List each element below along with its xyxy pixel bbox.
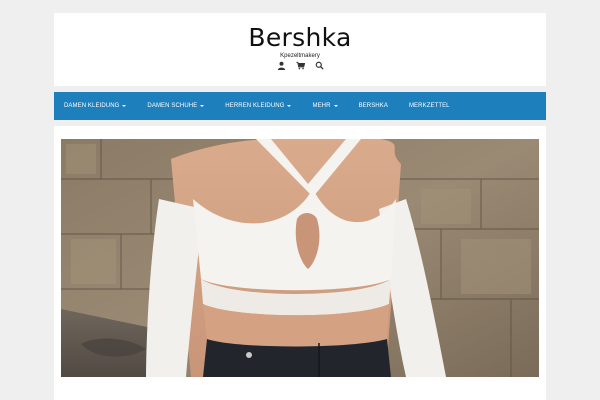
search-icon[interactable] xyxy=(315,61,324,70)
site-tagline: Kpezeltmakery xyxy=(280,53,320,59)
header-icon-bar xyxy=(54,61,546,70)
user-icon[interactable] xyxy=(277,61,286,70)
nav-item-mehr[interactable]: Mehr xyxy=(312,103,338,109)
site-header: Bershka Kpezeltmakery xyxy=(54,13,546,86)
content-panel xyxy=(54,126,546,400)
nav-item-merkzettel[interactable]: Merkzettel xyxy=(409,103,450,109)
chevron-down-icon xyxy=(287,105,292,107)
nav-item-label: Mehr xyxy=(312,103,331,109)
chevron-down-icon xyxy=(122,105,127,107)
main-navigation: Damen Kleidung Damen Schuhe Herren Kleid… xyxy=(54,92,546,120)
site-logo[interactable]: Bershka xyxy=(54,23,546,52)
nav-item-bershka[interactable]: Bershka xyxy=(359,103,388,109)
nav-item-herren-kleidung[interactable]: Herren Kleidung xyxy=(225,103,292,109)
nav-item-label: Bershka xyxy=(358,103,388,109)
nav-item-label: Herren Kleidung xyxy=(225,103,285,109)
nav-item-label: Merkzettel xyxy=(408,103,450,109)
product-photo xyxy=(61,139,539,377)
nav-item-label: Damen Schuhe xyxy=(147,103,198,109)
nav-item-damen-kleidung[interactable]: Damen Kleidung xyxy=(64,103,127,109)
cart-icon[interactable] xyxy=(295,61,305,70)
nav-item-damen-schuhe[interactable]: Damen Schuhe xyxy=(147,103,205,109)
chevron-down-icon xyxy=(333,105,338,107)
hero-image[interactable] xyxy=(61,139,539,377)
nav-item-label: Damen Kleidung xyxy=(64,103,120,109)
chevron-down-icon xyxy=(200,105,205,107)
